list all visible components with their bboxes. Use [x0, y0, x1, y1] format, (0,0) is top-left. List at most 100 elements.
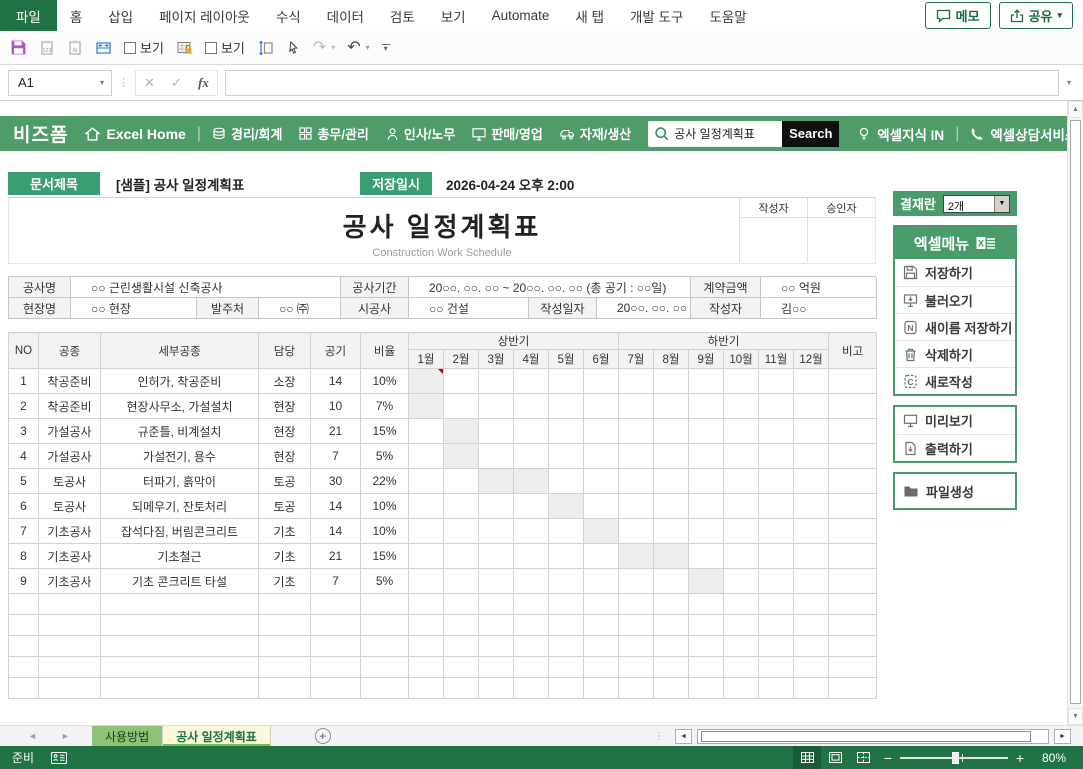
- empty-cell[interactable]: [360, 677, 409, 699]
- gantt-cell[interactable]: [478, 418, 514, 444]
- gantt-cell[interactable]: [618, 568, 655, 594]
- gantt-cell[interactable]: [618, 418, 655, 444]
- gantt-cell[interactable]: [548, 568, 584, 594]
- gantt-cell[interactable]: [513, 368, 549, 394]
- menu-button-print[interactable]: 출력하기: [895, 434, 1015, 461]
- gantt-cell[interactable]: [688, 368, 725, 394]
- confirm-entry-icon[interactable]: ✓: [163, 75, 190, 91]
- scroll-right-icon[interactable]: ►: [1054, 728, 1071, 744]
- no-cell[interactable]: 2: [8, 393, 39, 419]
- chevron-down-icon[interactable]: ▾: [93, 78, 111, 87]
- empty-cell[interactable]: [478, 677, 514, 699]
- gantt-cell[interactable]: [513, 493, 549, 519]
- info-label-cell[interactable]: 작성일자: [529, 298, 597, 319]
- empty-cell[interactable]: [688, 635, 725, 657]
- gantt-cell[interactable]: [443, 543, 479, 569]
- month-header-cell[interactable]: 2월: [443, 349, 479, 369]
- info-value-cell[interactable]: ○○ ㈜: [259, 298, 341, 319]
- gantt-cell[interactable]: [548, 368, 584, 394]
- type-cell[interactable]: 기초공사: [38, 518, 101, 544]
- info-value-cell[interactable]: ○○ 건설: [409, 298, 529, 319]
- owner-cell[interactable]: 현장: [258, 418, 311, 444]
- sheet-next-icon[interactable]: ►: [61, 731, 70, 741]
- scroll-left-icon[interactable]: ◄: [675, 728, 692, 744]
- gantt-cell[interactable]: [688, 418, 725, 444]
- gantt-cell[interactable]: [618, 518, 655, 544]
- gantt-cell[interactable]: [443, 493, 479, 519]
- zoom-slider-thumb[interactable]: [952, 751, 959, 764]
- empty-cell[interactable]: [723, 635, 760, 657]
- page-layout-view-button[interactable]: [821, 746, 849, 769]
- ribbon-tab-9[interactable]: Automate: [479, 0, 563, 31]
- gantt-cell[interactable]: [793, 368, 830, 394]
- gantt-cell[interactable]: [793, 418, 830, 444]
- gantt-cell[interactable]: [408, 493, 444, 519]
- zoom-in-button[interactable]: +: [1009, 750, 1031, 766]
- empty-cell[interactable]: [793, 593, 830, 615]
- gantt-cell[interactable]: [653, 518, 690, 544]
- ratio-cell[interactable]: 10%: [360, 368, 409, 394]
- gantt-cell[interactable]: [723, 393, 760, 419]
- gantt-cell[interactable]: [582, 568, 620, 594]
- gantt-cell[interactable]: [653, 468, 690, 494]
- menu-button-load[interactable]: 불러오기: [895, 286, 1015, 313]
- ribbon-tab-12[interactable]: 도움말: [696, 0, 759, 31]
- gantt-cell[interactable]: [688, 393, 725, 419]
- empty-cell[interactable]: [8, 614, 39, 636]
- sheet-tab-2[interactable]: 공사 일정계획표: [163, 725, 271, 747]
- empty-cell[interactable]: [360, 614, 409, 636]
- gantt-cell[interactable]: [513, 468, 549, 494]
- menu-button-folder[interactable]: 파일생성: [895, 474, 1015, 508]
- empty-cell[interactable]: [548, 614, 584, 636]
- zoom-level[interactable]: 80%: [1031, 751, 1077, 765]
- gantt-cell[interactable]: [582, 518, 620, 544]
- month-header-cell[interactable]: 5월: [548, 349, 584, 369]
- ratio-cell[interactable]: 15%: [360, 418, 409, 444]
- cancel-entry-icon[interactable]: ✕: [136, 75, 163, 91]
- remark-cell[interactable]: [828, 468, 878, 494]
- empty-cell[interactable]: [408, 656, 444, 678]
- remark-cell[interactable]: [828, 418, 878, 444]
- no-cell[interactable]: 4: [8, 443, 39, 469]
- gantt-cell[interactable]: [758, 468, 795, 494]
- gantt-cell[interactable]: [618, 543, 655, 569]
- bizform-category-1[interactable]: 경리/회계: [212, 124, 282, 143]
- empty-cell[interactable]: [582, 635, 620, 657]
- detail-cell[interactable]: 기초 콘크리트 타설: [100, 568, 259, 594]
- empty-cell[interactable]: [688, 677, 725, 699]
- gantt-cell[interactable]: [688, 568, 725, 594]
- empty-cell[interactable]: [310, 593, 361, 615]
- name-box[interactable]: A1 ▾: [8, 69, 112, 96]
- gantt-cell[interactable]: [653, 443, 690, 469]
- empty-cell[interactable]: [828, 677, 878, 699]
- ribbon-tab-3[interactable]: 삽입: [95, 0, 146, 31]
- owner-cell[interactable]: 기초: [258, 568, 311, 594]
- empty-cell[interactable]: [723, 677, 760, 699]
- redo-button[interactable]: ↷ ▾: [313, 39, 335, 56]
- gantt-cell[interactable]: [513, 418, 549, 444]
- schedule-header-cell[interactable]: 비고: [828, 332, 878, 369]
- owner-cell[interactable]: 현장: [258, 393, 311, 419]
- gantt-cell[interactable]: [513, 568, 549, 594]
- zoom-out-button[interactable]: −: [877, 750, 899, 766]
- gantt-cell[interactable]: [653, 568, 690, 594]
- bizform-category-5[interactable]: 자재/생산: [560, 124, 631, 143]
- days-cell[interactable]: 21: [310, 543, 361, 569]
- bizform-link-1[interactable]: 엑셀지식 IN: [857, 124, 944, 144]
- toolbar-overflow-button[interactable]: ▾: [381, 43, 390, 52]
- empty-cell[interactable]: [443, 656, 479, 678]
- gantt-cell[interactable]: [793, 543, 830, 569]
- empty-cell[interactable]: [828, 656, 878, 678]
- gantt-cell[interactable]: [582, 493, 620, 519]
- gantt-cell[interactable]: [408, 468, 444, 494]
- gantt-cell[interactable]: [723, 468, 760, 494]
- empty-cell[interactable]: [478, 614, 514, 636]
- gantt-cell[interactable]: [478, 518, 514, 544]
- ribbon-tab-7[interactable]: 검토: [377, 0, 428, 31]
- remark-cell[interactable]: [828, 443, 878, 469]
- ribbon-tab-11[interactable]: 개발 도구: [617, 0, 696, 31]
- search-input[interactable]: [674, 126, 773, 141]
- gantt-cell[interactable]: [723, 568, 760, 594]
- gantt-cell[interactable]: [758, 518, 795, 544]
- detail-cell[interactable]: 기초철근: [100, 543, 259, 569]
